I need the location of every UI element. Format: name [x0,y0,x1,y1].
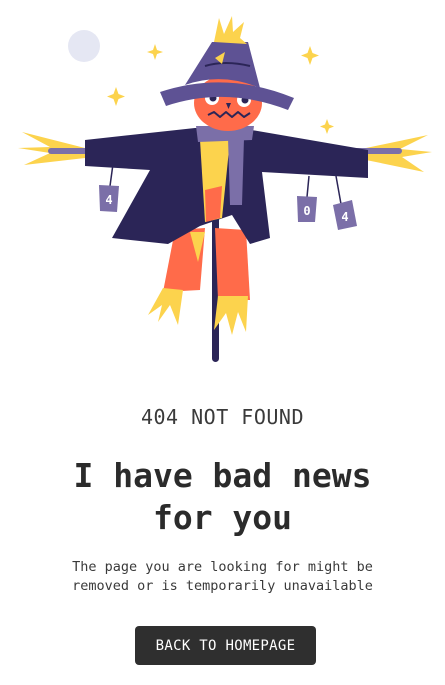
hat-straw [214,16,247,44]
tin-label: 4 [105,193,112,207]
tin-label: 0 [303,204,310,218]
sparkle-icon [320,119,334,134]
page-description: The page you are looking for might be re… [72,559,373,594]
sparkle-icon [301,46,319,65]
tin-can: 0 [297,196,317,222]
sparkle-icon [147,44,163,60]
moon-icon [68,30,100,62]
tin-label: 4 [341,210,348,224]
tin-can: 4 [333,200,357,230]
sparkle-icon [107,87,125,106]
coat [85,128,368,244]
scarecrow-illustration: 4 0 4 [18,16,432,362]
not-found-page: 4 0 4 404 NOT FOUND I have bad news for … [0,0,445,685]
status-code: 404 NOT FOUND [140,405,305,429]
page-title: I have bad news for you [73,456,372,537]
tin-can: 4 [99,185,119,212]
back-to-homepage-button[interactable]: BACK TO HOMEPAGE [135,626,316,665]
